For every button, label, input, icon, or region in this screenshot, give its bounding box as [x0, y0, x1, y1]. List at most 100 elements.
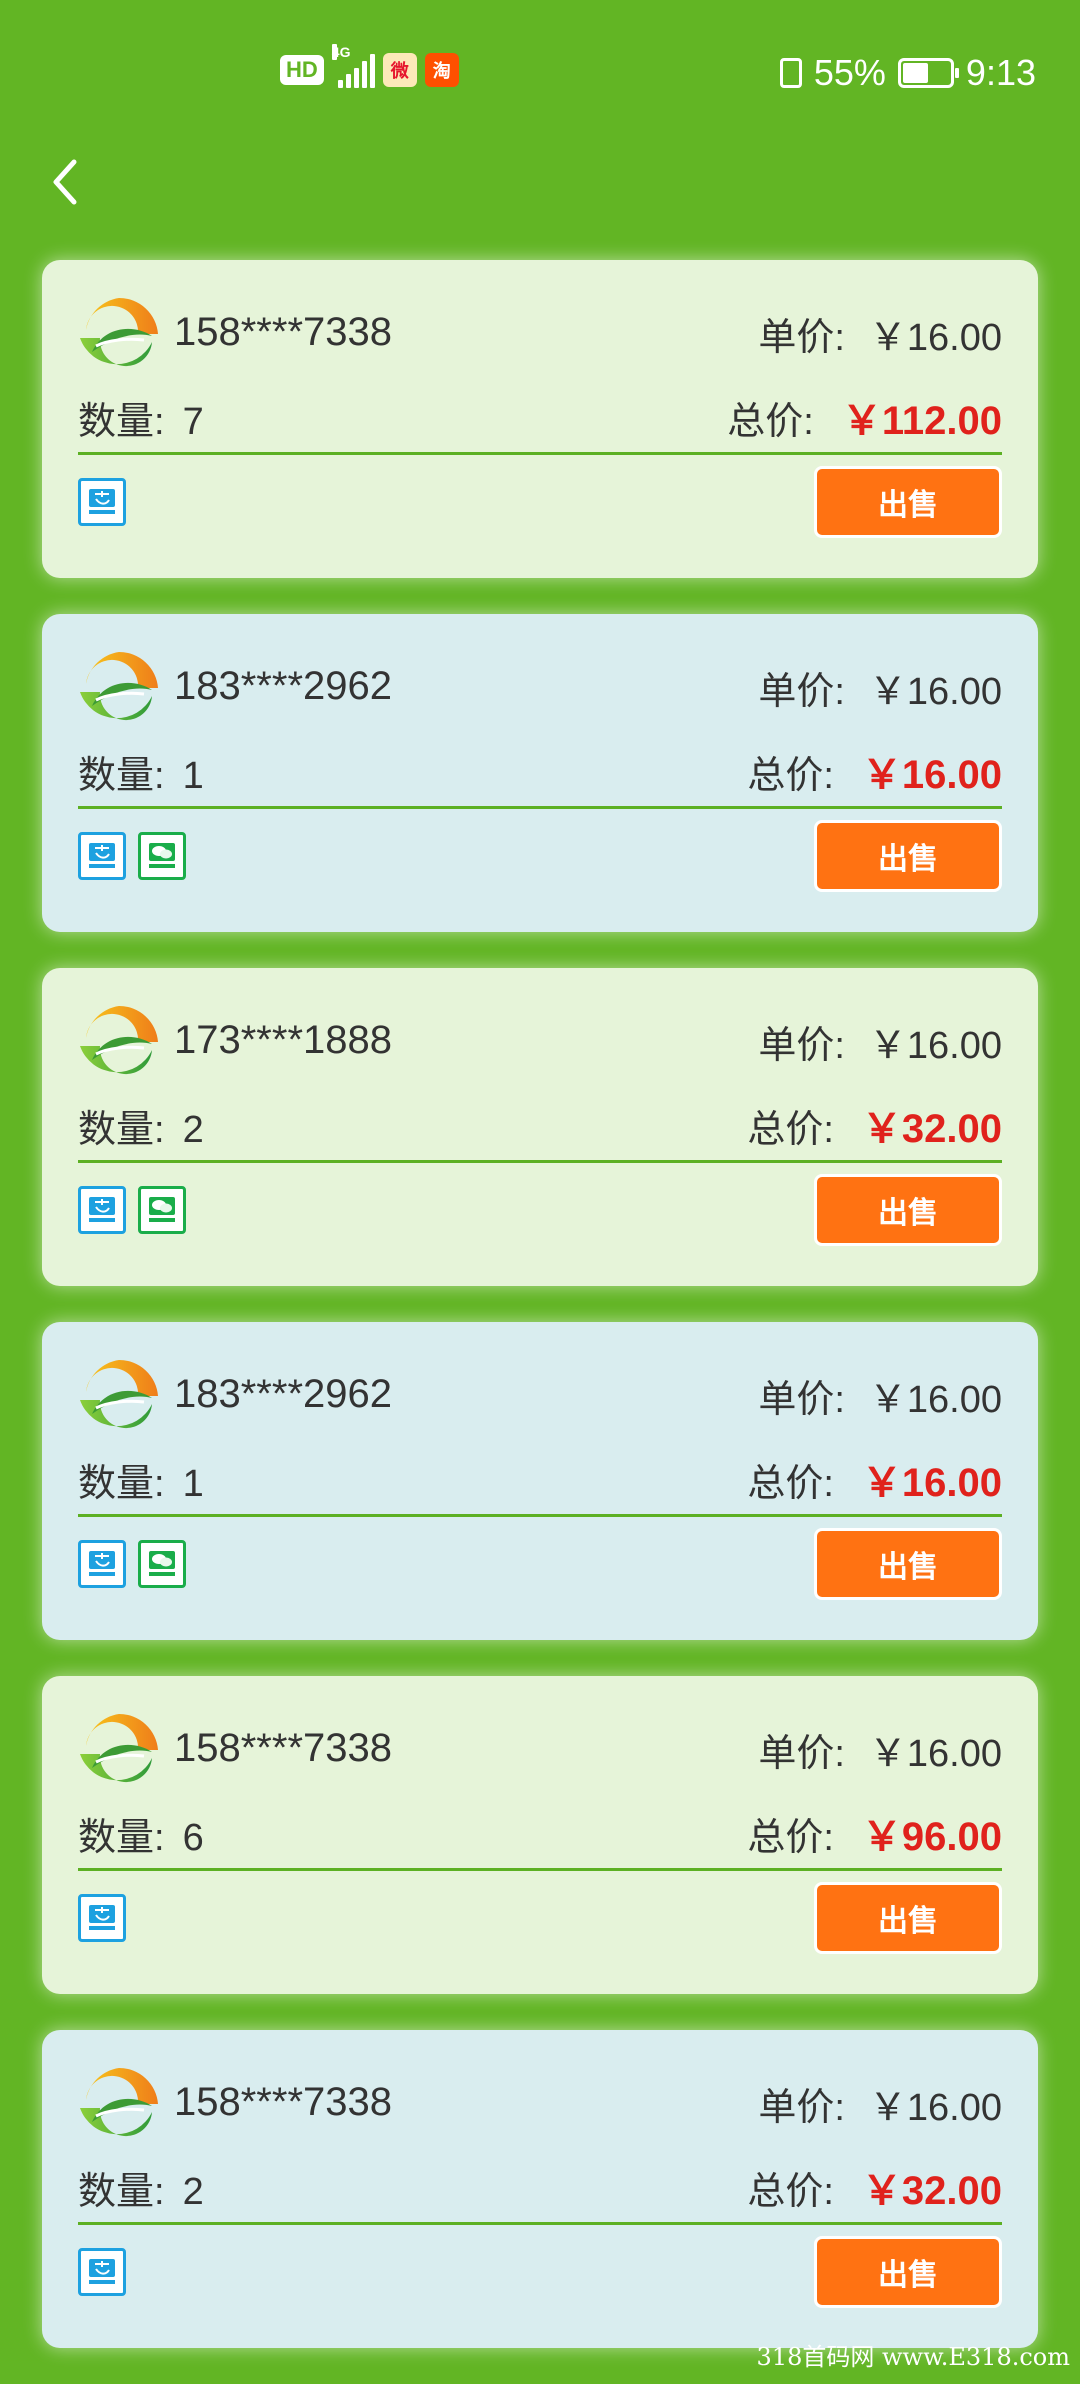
total-price-label: 总价:: [747, 755, 834, 797]
payment-methods: [78, 832, 186, 880]
quantity-label: 数量:: [78, 755, 165, 797]
alipay-glyph-icon: [89, 843, 115, 868]
payment-methods: [78, 2248, 126, 2296]
unit-price-label: 单价:: [758, 1733, 845, 1775]
network-type-label: 4G: [331, 44, 351, 60]
battery-percent: 55%: [813, 52, 886, 93]
quantity-label: 数量:: [78, 401, 165, 443]
status-bar-left: HD 4G 微 淘: [280, 44, 459, 88]
seller-phone: 158****7338: [174, 2080, 392, 2124]
unit-price-label: 单价:: [758, 1379, 845, 1421]
vibrate-icon: [779, 58, 802, 88]
order-card: 183****2962 单价: ￥16.00 数量: 1 总价: ￥16.00 出售: [42, 1322, 1038, 1640]
unit-price-value: ￥16.00: [868, 1025, 1002, 1067]
total-price: 总价: ￥32.00: [747, 2158, 1002, 2216]
quantity-value: 2: [182, 2171, 204, 2213]
order-card: 158****7338 单价: ￥16.00 数量: 2 总价: ￥32.00 出售: [42, 2030, 1038, 2348]
quantity: 数量: 6: [78, 1806, 204, 1861]
order-card: 158****7338 单价: ￥16.00 数量: 6 总价: ￥96.00 出售: [42, 1676, 1038, 1994]
quantity-label: 数量:: [78, 2171, 165, 2213]
total-price: 总价: ￥96.00: [747, 1804, 1002, 1862]
divider: [78, 1514, 1002, 1517]
order-list: 158****7338 单价: ￥16.00 数量: 7 总价: ￥112.00 出售: [42, 260, 1038, 2384]
alipay-icon: [78, 832, 126, 880]
quantity: 数量: 1: [78, 744, 204, 799]
alipay-glyph-icon: [89, 1197, 115, 1222]
sell-button[interactable]: 出售: [814, 1882, 1002, 1954]
alipay-glyph-icon: [89, 489, 115, 514]
quantity-label: 数量:: [78, 1463, 165, 1505]
total-price-label: 总价:: [747, 1109, 834, 1151]
total-price-value: ￥96.00: [861, 1815, 1002, 1859]
quantity-label: 数量:: [78, 1817, 165, 1859]
seller-phone: 183****2962: [174, 1372, 392, 1416]
unit-price: 单价: ￥16.00: [758, 1722, 1002, 1777]
unit-price: 单价: ￥16.00: [758, 306, 1002, 361]
alipay-glyph-icon: [89, 1551, 115, 1576]
alipay-glyph-icon: [89, 2259, 115, 2284]
wechat-pay-icon: [138, 1186, 186, 1234]
watermark: 318首码网 www.E318.com: [756, 2343, 1070, 2371]
brand-logo-icon: [80, 2067, 158, 2137]
seller-phone: 173****1888: [174, 1018, 392, 1062]
quantity-value: 1: [182, 1463, 204, 1505]
divider: [78, 1868, 1002, 1871]
total-price-value: ￥112.00: [841, 399, 1002, 443]
sell-button[interactable]: 出售: [814, 1174, 1002, 1246]
unit-price: 单价: ￥16.00: [758, 2076, 1002, 2131]
signal-strength-icon: 4G: [331, 44, 375, 88]
sell-button[interactable]: 出售: [814, 2236, 1002, 2308]
unit-price-label: 单价:: [758, 2087, 845, 2129]
taobao-icon: 淘: [424, 53, 459, 87]
total-price-value: ￥16.00: [861, 1461, 1002, 1505]
payment-methods: [78, 1894, 126, 1942]
order-card: 158****7338 单价: ￥16.00 数量: 7 总价: ￥112.00 出售: [42, 260, 1038, 578]
total-price-value: ￥32.00: [861, 1107, 1002, 1151]
chevron-left-icon: [53, 159, 77, 205]
unit-price-value: ￥16.00: [868, 1379, 1002, 1421]
back-button[interactable]: [40, 150, 90, 214]
unit-price: 单价: ￥16.00: [758, 1014, 1002, 1069]
battery-icon: [897, 58, 959, 88]
total-price-label: 总价:: [747, 1817, 834, 1859]
sell-button[interactable]: 出售: [814, 466, 1002, 538]
unit-price: 单价: ￥16.00: [758, 1368, 1002, 1423]
quantity-value: 2: [182, 1109, 204, 1151]
seller-phone: 158****7338: [174, 310, 392, 354]
wechat-pay-icon: [138, 1540, 186, 1588]
quantity-value: 1: [182, 755, 204, 797]
brand-logo-icon: [80, 297, 158, 367]
unit-price-value: ￥16.00: [868, 317, 1002, 359]
seller-phone: 158****7338: [174, 1726, 392, 1770]
unit-price-value: ￥16.00: [868, 671, 1002, 713]
sell-button[interactable]: 出售: [814, 820, 1002, 892]
wechat-glyph-icon: [149, 1197, 175, 1222]
seller-phone: 183****2962: [174, 664, 392, 708]
divider: [78, 806, 1002, 809]
alipay-icon: [78, 478, 126, 526]
alipay-icon: [78, 2248, 126, 2296]
battery-fill: [902, 63, 929, 83]
unit-price: 单价: ￥16.00: [758, 660, 1002, 715]
unit-price-label: 单价:: [758, 671, 845, 713]
total-price: 总价: ￥16.00: [747, 1450, 1002, 1508]
total-price-label: 总价:: [747, 1463, 834, 1505]
alipay-glyph-icon: [89, 1905, 115, 1930]
brand-logo-icon: [80, 1005, 158, 1075]
brand-logo-icon: [80, 1713, 158, 1783]
order-card: 173****1888 单价: ￥16.00 数量: 2 总价: ￥32.00 出售: [42, 968, 1038, 1286]
brand-logo-icon: [80, 1359, 158, 1429]
divider: [78, 452, 1002, 455]
total-price-label: 总价:: [727, 401, 814, 443]
payment-methods: [78, 1186, 186, 1234]
total-price-value: ￥16.00: [861, 753, 1002, 797]
hd-indicator: HD: [280, 55, 324, 85]
weibo-icon: 微: [382, 53, 417, 87]
payment-methods: [78, 1540, 186, 1588]
quantity-label: 数量:: [78, 1109, 165, 1151]
total-price-label: 总价:: [747, 2171, 834, 2213]
alipay-icon: [78, 1540, 126, 1588]
total-price-value: ￥32.00: [861, 2169, 1002, 2213]
sell-button[interactable]: 出售: [814, 1528, 1002, 1600]
divider: [78, 2222, 1002, 2225]
